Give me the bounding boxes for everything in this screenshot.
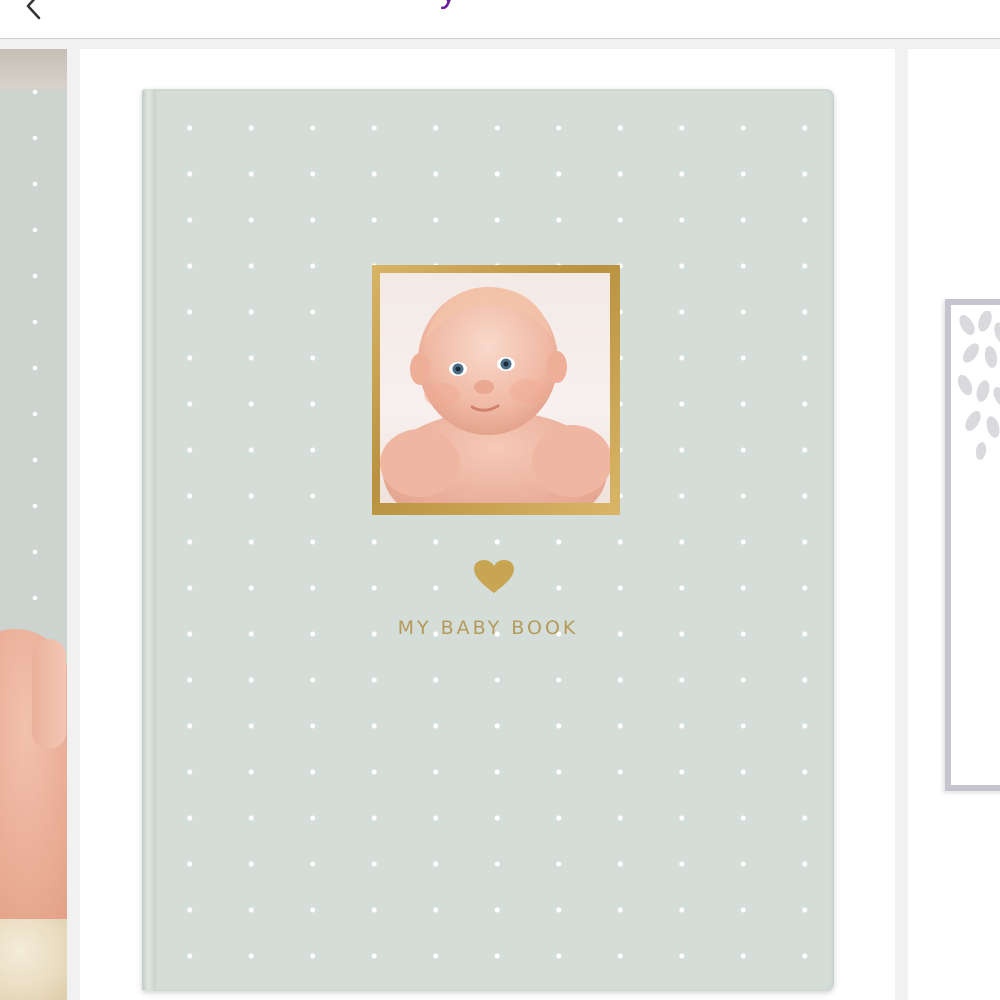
carousel-slide-previous[interactable] <box>0 49 67 1000</box>
leaf-pattern-image <box>957 311 1000 460</box>
book-page-image <box>945 299 1000 791</box>
top-bar: y <box>0 0 1000 39</box>
product-image-baby-book: MY BABY BOOK <box>142 89 834 991</box>
blanket-image <box>0 919 67 1000</box>
book-spine <box>142 89 156 991</box>
carousel-slide-main[interactable]: MY BABY BOOK <box>80 49 895 1000</box>
heart-icon <box>474 560 514 593</box>
carousel-slide-next[interactable] <box>908 49 1000 1000</box>
baby-photo <box>380 273 610 503</box>
page-title: y <box>440 0 457 11</box>
image-carousel[interactable]: MY BABY BOOK <box>0 39 1000 1000</box>
baby-finger-image <box>32 639 66 749</box>
back-button[interactable] <box>14 0 54 26</box>
cover-photo-frame <box>372 265 620 515</box>
book-edge <box>0 49 67 89</box>
chevron-left-icon <box>26 0 41 20</box>
book-cover-title: MY BABY BOOK <box>397 617 579 639</box>
